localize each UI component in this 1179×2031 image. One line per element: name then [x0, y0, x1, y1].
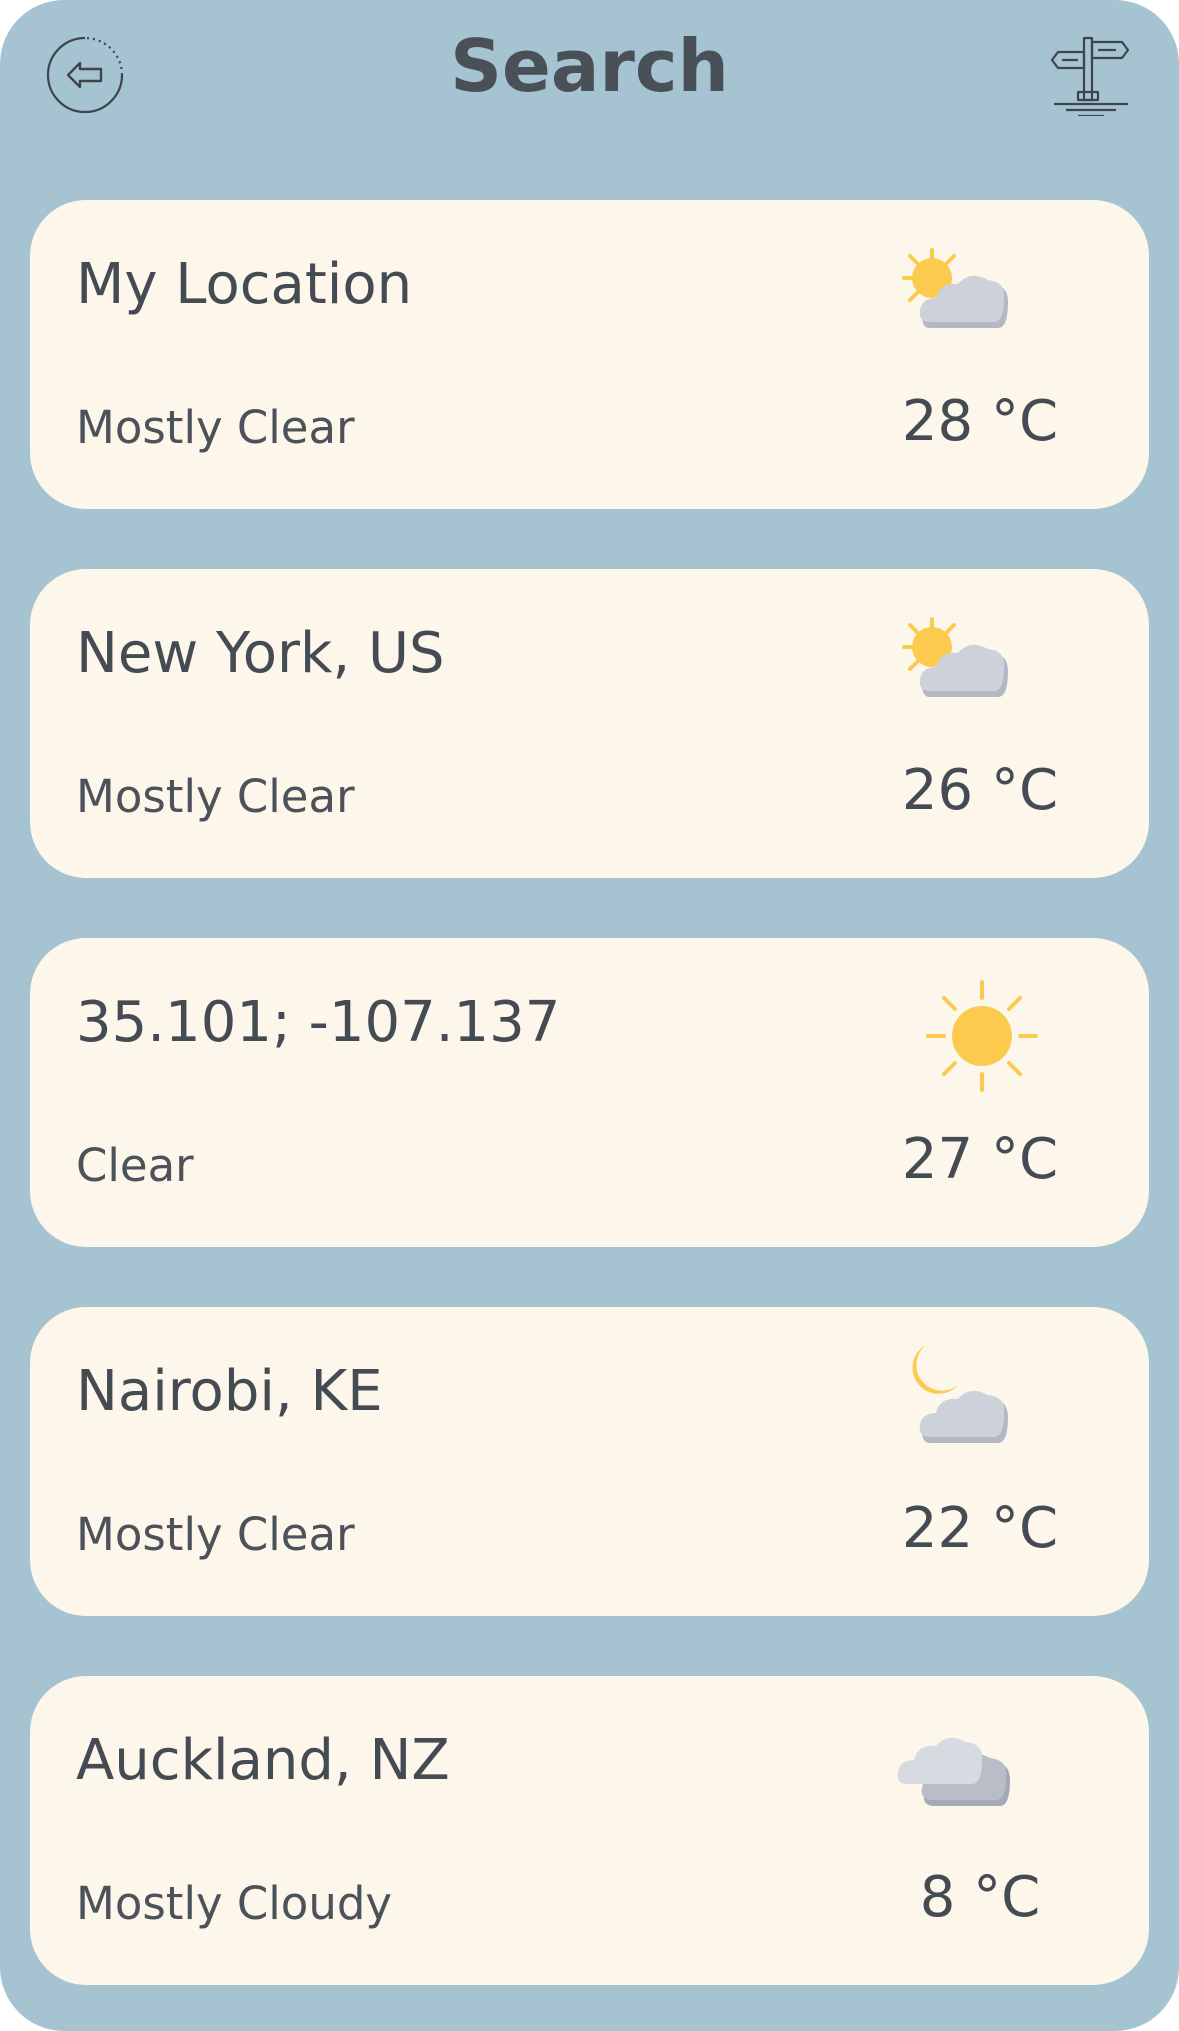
- weather-condition: Mostly Cloudy: [76, 1877, 393, 1930]
- weather-condition: Clear: [76, 1139, 194, 1192]
- locations-button[interactable]: [1050, 32, 1132, 118]
- location-name: Auckland, NZ: [76, 1728, 450, 1793]
- partly-cloudy-night-icon: [912, 1345, 1008, 1443]
- temperature: 22 °C: [901, 1496, 1059, 1561]
- cloudy-icon: [897, 1737, 1010, 1806]
- temperature: 27 °C: [901, 1127, 1059, 1192]
- search-screen: Search My Location Mostly Clear 28 °C Ne…: [0, 0, 1179, 2031]
- temperature: 28 °C: [901, 389, 1059, 454]
- sun-icon: [926, 980, 1038, 1092]
- page-title: Search: [450, 24, 729, 108]
- location-card[interactable]: My Location Mostly Clear 28 °C: [30, 200, 1149, 509]
- header: Search: [0, 0, 1179, 140]
- location-card[interactable]: Auckland, NZ Mostly Cloudy 8 °C: [30, 1676, 1149, 1985]
- partly-cloudy-day-icon: [902, 617, 1008, 697]
- temperature: 8 °C: [919, 1865, 1041, 1930]
- weather-condition: Mostly Clear: [76, 401, 355, 454]
- location-card[interactable]: 35.101; -107.137 Clear 27 °C: [30, 938, 1149, 1247]
- signpost-icon: [1050, 36, 1130, 118]
- location-name: My Location: [76, 252, 413, 317]
- partly-cloudy-day-icon: [902, 248, 1008, 328]
- weather-condition: Mostly Clear: [76, 770, 355, 823]
- location-card[interactable]: Nairobi, KE Mostly Clear 22 °C: [30, 1307, 1149, 1616]
- location-card[interactable]: New York, US Mostly Clear 26 °C: [30, 569, 1149, 878]
- location-list: My Location Mostly Clear 28 °C New York,…: [30, 200, 1149, 2031]
- location-name: New York, US: [76, 621, 445, 686]
- temperature: 26 °C: [901, 758, 1059, 823]
- location-name: 35.101; -107.137: [76, 990, 561, 1055]
- location-name: Nairobi, KE: [76, 1359, 383, 1424]
- weather-condition: Mostly Clear: [76, 1508, 355, 1561]
